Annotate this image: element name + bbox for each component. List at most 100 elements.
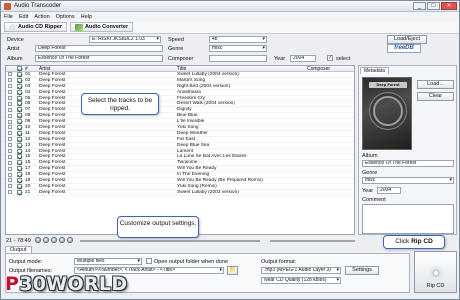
- row-check-cell[interactable]: [14, 113, 24, 119]
- table-row[interactable]: 21 Deep Forest Sweet Lullaby (2003 version…: [6, 189, 354, 196]
- row-check-cell[interactable]: [14, 177, 24, 183]
- open-folder-checkbox[interactable]: [146, 258, 152, 264]
- row-select-cell[interactable]: [6, 107, 14, 112]
- cover-clear-button[interactable]: Clear: [417, 92, 454, 101]
- header-title[interactable]: Title: [176, 66, 306, 71]
- composer-field[interactable]: [209, 55, 267, 62]
- row-select-box[interactable]: [8, 160, 12, 165]
- speed-select[interactable]: 48: [209, 36, 267, 43]
- row-select-cell[interactable]: [6, 166, 14, 171]
- row-select-cell[interactable]: [6, 131, 14, 136]
- header-select[interactable]: [6, 66, 14, 71]
- row-select-box[interactable]: [8, 172, 12, 177]
- track-checkbox[interactable]: [16, 142, 22, 148]
- output-quality-select[interactable]: Near CD Quality (128 kbit/s): [261, 277, 341, 284]
- row-select-box[interactable]: [8, 84, 12, 89]
- album-field[interactable]: Essence Of The Forest: [35, 55, 163, 62]
- row-select-box[interactable]: [8, 154, 12, 159]
- row-select-cell[interactable]: [6, 84, 14, 89]
- track-checkbox[interactable]: [16, 172, 22, 178]
- track-checkbox[interactable]: [16, 107, 22, 113]
- track-checkbox[interactable]: [16, 136, 22, 142]
- row-select-cell[interactable]: [6, 125, 14, 130]
- row-check-cell[interactable]: [14, 71, 24, 77]
- meta-genre-select[interactable]: misc: [362, 177, 454, 184]
- row-select-cell[interactable]: [6, 96, 14, 101]
- genre-select[interactable]: misc: [209, 45, 267, 52]
- row-check-cell[interactable]: [14, 189, 24, 195]
- row-check-cell[interactable]: [14, 172, 24, 178]
- row-select-cell[interactable]: [6, 78, 14, 83]
- stop-button[interactable]: [35, 237, 41, 243]
- row-check-cell[interactable]: [14, 166, 24, 172]
- menu-edit[interactable]: Edit: [16, 14, 31, 20]
- row-check-cell[interactable]: [14, 89, 24, 95]
- audio-converter-tab[interactable]: Audio Converter: [70, 22, 134, 32]
- row-select-cell[interactable]: [6, 190, 14, 195]
- freedb-button[interactable]: freeDB: [387, 44, 421, 53]
- row-select-cell[interactable]: [6, 119, 14, 124]
- track-checkbox[interactable]: [16, 89, 22, 95]
- row-select-box[interactable]: [8, 143, 12, 148]
- track-checkbox[interactable]: [16, 189, 22, 195]
- row-check-cell[interactable]: [14, 142, 24, 148]
- pause-button[interactable]: [51, 237, 57, 243]
- row-select-box[interactable]: [8, 101, 12, 106]
- row-select-cell[interactable]: [6, 172, 14, 177]
- row-check-cell[interactable]: [14, 136, 24, 142]
- row-select-box[interactable]: [8, 113, 12, 118]
- row-check-cell[interactable]: [14, 95, 24, 101]
- output-tab[interactable]: Output: [5, 246, 32, 253]
- menu-options[interactable]: Options: [53, 14, 78, 20]
- row-select-cell[interactable]: [6, 160, 14, 165]
- rip-cd-button[interactable]: Rip CD: [414, 251, 457, 293]
- select-checkbox[interactable]: ✓: [327, 55, 333, 61]
- row-select-cell[interactable]: [6, 149, 14, 154]
- row-select-box[interactable]: [8, 107, 12, 112]
- row-select-box[interactable]: [8, 119, 12, 124]
- row-select-box[interactable]: [8, 125, 12, 130]
- row-select-box[interactable]: [8, 72, 12, 77]
- track-checkbox[interactable]: [16, 148, 22, 154]
- play-button[interactable]: [43, 237, 49, 243]
- row-check-cell[interactable]: [14, 101, 24, 107]
- row-select-box[interactable]: [8, 137, 12, 142]
- row-select-box[interactable]: [8, 90, 12, 95]
- select-all-checkbox[interactable]: [16, 66, 22, 71]
- close-button[interactable]: ✕: [441, 2, 457, 10]
- row-select-cell[interactable]: [6, 184, 14, 189]
- menu-action[interactable]: Action: [31, 14, 52, 20]
- row-check-cell[interactable]: [14, 160, 24, 166]
- row-check-cell[interactable]: [14, 77, 24, 83]
- row-select-box[interactable]: [8, 96, 12, 100]
- row-select-cell[interactable]: [6, 143, 14, 148]
- row-select-box[interactable]: [8, 178, 12, 183]
- meta-comment-field[interactable]: [362, 204, 454, 234]
- row-check-cell[interactable]: [14, 183, 24, 189]
- previous-button[interactable]: [59, 237, 65, 243]
- meta-album-field[interactable]: Essence Of The Forest: [362, 160, 454, 167]
- row-select-box[interactable]: [8, 166, 12, 171]
- track-checkbox[interactable]: [16, 113, 22, 119]
- track-checkbox[interactable]: [16, 166, 22, 172]
- track-checkbox[interactable]: [16, 124, 22, 130]
- track-checkbox[interactable]: [16, 83, 22, 89]
- row-check-cell[interactable]: [14, 124, 24, 130]
- device-select[interactable]: E: RISKI JKS8DL2 1.03: [89, 36, 161, 43]
- track-checkbox[interactable]: [16, 95, 22, 101]
- row-check-cell[interactable]: [14, 154, 24, 160]
- settings-button[interactable]: Settings: [345, 266, 379, 275]
- row-select-box[interactable]: [8, 131, 12, 136]
- track-checkbox[interactable]: [16, 101, 22, 107]
- row-select-cell[interactable]: [6, 72, 14, 77]
- row-check-cell[interactable]: [14, 83, 24, 89]
- metadata-tab[interactable]: Metadata: [360, 67, 389, 74]
- year-field[interactable]: 2004: [290, 55, 316, 62]
- row-select-box[interactable]: [8, 184, 12, 189]
- track-checkbox[interactable]: [16, 77, 22, 83]
- meta-year-field[interactable]: 2004: [377, 187, 401, 194]
- output-mode-select[interactable]: Multiple files: [74, 258, 142, 265]
- audio-cd-ripper-tab[interactable]: Audio CD Ripper: [4, 22, 67, 32]
- row-select-cell[interactable]: [6, 137, 14, 142]
- menu-file[interactable]: File: [1, 14, 16, 20]
